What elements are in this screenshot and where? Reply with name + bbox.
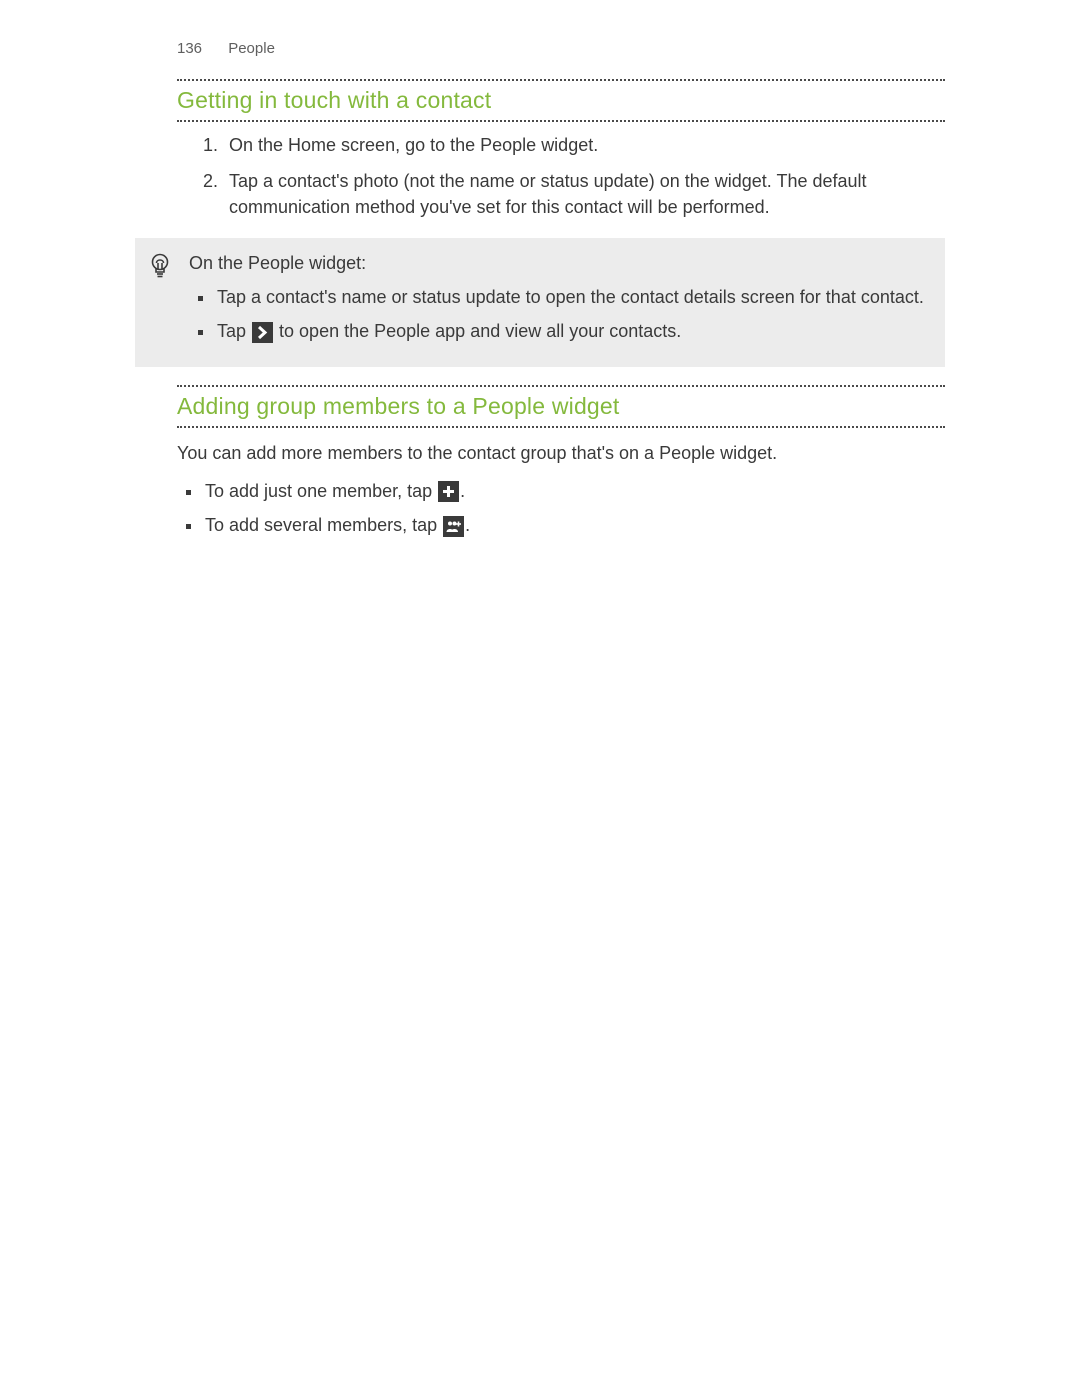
s2-b2-after: . xyxy=(465,515,470,535)
tip-content: On the People widget: Tap a contact's na… xyxy=(189,250,931,352)
lightbulb-icon xyxy=(149,267,171,284)
step-2: Tap a contact's photo (not the name or s… xyxy=(223,168,945,220)
tip-bullet-2: Tap to open the People app and view all … xyxy=(215,318,931,344)
tip-list: Tap a contact's name or status update to… xyxy=(189,284,931,344)
ordered-steps: On the Home screen, go to the People wid… xyxy=(177,132,945,220)
dotted-separator xyxy=(177,426,945,428)
plus-icon xyxy=(438,481,459,502)
section2-bullet-2: To add several members, tap . xyxy=(203,512,945,538)
chevron-right-icon xyxy=(252,322,273,343)
s2-b1-before: To add just one member, tap xyxy=(205,481,437,501)
chapter-name: People xyxy=(228,40,275,57)
section2-bullet-1: To add just one member, tap . xyxy=(203,478,945,504)
step-1: On the Home screen, go to the People wid… xyxy=(223,132,945,158)
section-heading-1: Getting in touch with a contact xyxy=(177,87,945,114)
dotted-separator xyxy=(177,79,945,81)
s2-b2-before: To add several members, tap xyxy=(205,515,442,535)
tip-icon-column xyxy=(149,250,189,285)
tip-intro: On the People widget: xyxy=(189,250,931,276)
section2-list: To add just one member, tap . To add sev… xyxy=(177,478,945,538)
dotted-separator xyxy=(177,120,945,122)
tip-box: On the People widget: Tap a contact's na… xyxy=(135,238,945,366)
s2-b1-after: . xyxy=(460,481,465,501)
spacer xyxy=(177,367,945,385)
page-header: 136 People xyxy=(177,40,945,57)
dotted-separator xyxy=(177,385,945,387)
section-heading-2: Adding group members to a People widget xyxy=(177,393,945,420)
group-plus-icon xyxy=(443,516,464,537)
page-number: 136 xyxy=(177,40,202,57)
page: 136 People Getting in touch with a conta… xyxy=(0,0,1080,1397)
tip-bullet-1: Tap a contact's name or status update to… xyxy=(215,284,931,310)
tip-bullet-2-after: to open the People app and view all your… xyxy=(274,321,681,341)
tip-bullet-2-before: Tap xyxy=(217,321,251,341)
content: 136 People Getting in touch with a conta… xyxy=(177,40,945,538)
section2-intro: You can add more members to the contact … xyxy=(177,440,945,466)
